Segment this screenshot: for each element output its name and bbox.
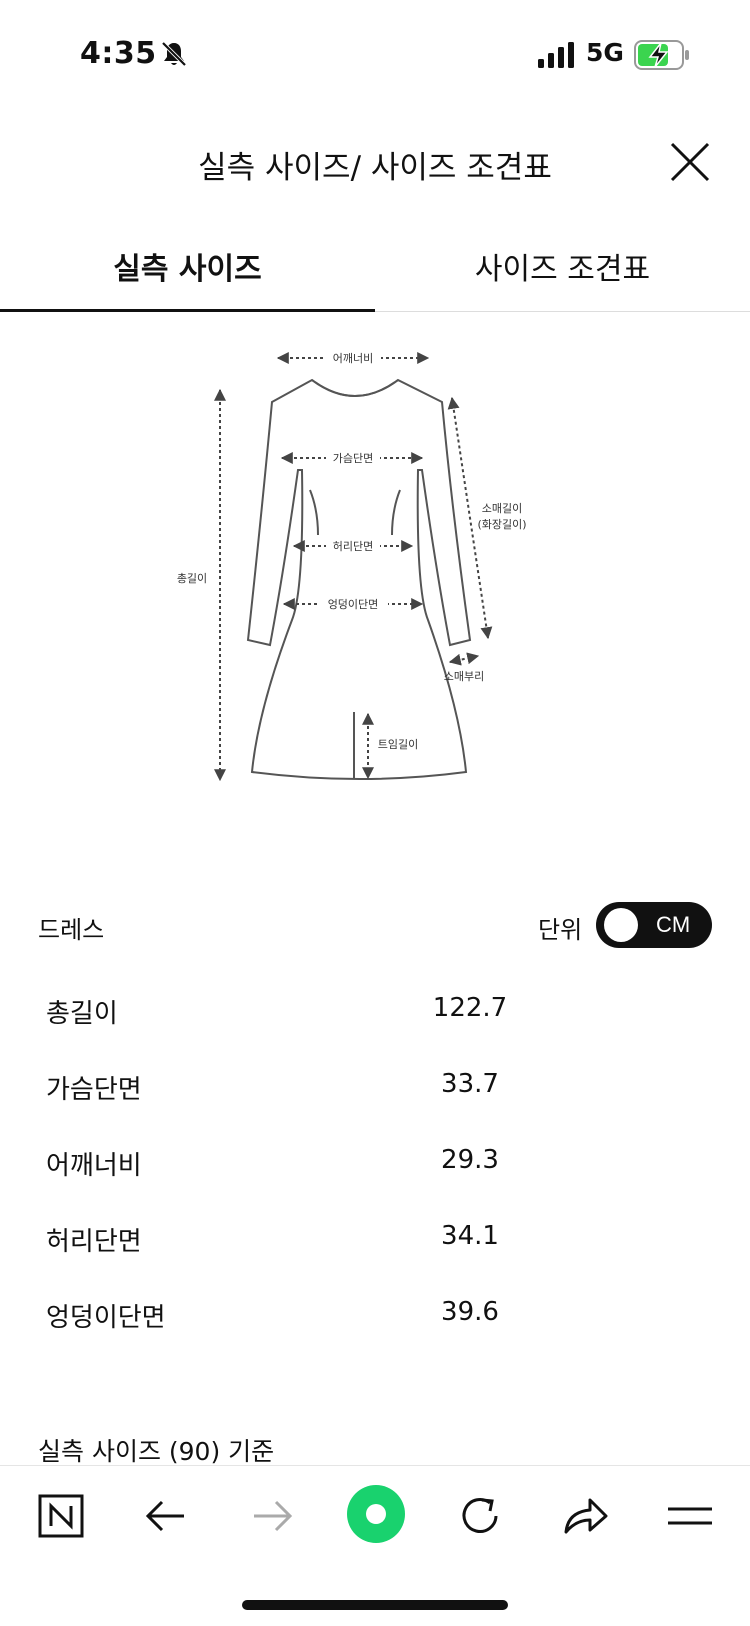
page-title: 실측 사이즈/ 사이즈 조견표 (198, 150, 552, 186)
browser-toolbar (0, 1465, 750, 1560)
toggle-knob (604, 908, 638, 942)
unit-toggle[interactable]: CM (596, 902, 712, 948)
label-sleeve: 소매길이 (482, 502, 522, 515)
label-waist: 허리단면 (333, 540, 373, 553)
status-bar: 4:35 5G (0, 0, 750, 110)
label-hip: 엉덩이단면 (328, 598, 379, 611)
unit-value: CM (656, 912, 691, 937)
signal-icon (538, 42, 574, 68)
status-time: 4:35 (80, 36, 157, 71)
section-header: 드레스 단위 CM (0, 900, 750, 950)
measure-value: 122.7 (432, 993, 508, 1023)
tab-measured-size[interactable]: 실측 사이즈 (0, 244, 375, 288)
measurement-table: 총길이 122.7 가슴단면 33.7 어깨너비 29.3 허리단면 34.1 … (0, 975, 750, 1355)
table-row: 허리단면 34.1 (0, 1203, 750, 1279)
green-dot-icon[interactable] (344, 1482, 408, 1546)
measure-name: 허리단면 (46, 1227, 142, 1257)
forward-arrow-icon[interactable] (244, 1488, 300, 1544)
measure-value: 29.3 (441, 1145, 499, 1175)
measure-name: 총길이 (46, 999, 118, 1029)
home-indicator[interactable] (242, 1600, 508, 1610)
measure-value: 34.1 (441, 1221, 499, 1251)
close-icon[interactable] (668, 140, 712, 184)
active-tab-indicator (0, 309, 375, 312)
bell-muted-icon (161, 41, 187, 67)
table-row: 가슴단면 33.7 (0, 1051, 750, 1127)
measure-name: 엉덩이단면 (46, 1303, 166, 1333)
label-cuff: 소매부리 (444, 670, 484, 683)
dress-outline (246, 378, 472, 780)
refresh-icon[interactable] (452, 1488, 508, 1544)
measure-name: 가슴단면 (46, 1075, 142, 1105)
table-row: 총길이 122.7 (0, 975, 750, 1051)
size-basis-note: 실측 사이즈 (90) 기준 (38, 1437, 275, 1466)
label-total-length: 총길이 (177, 572, 207, 585)
tab-bar: 실측 사이즈 사이즈 조견표 (0, 222, 750, 312)
label-shoulder: 어깨너비 (333, 352, 373, 365)
tab-size-chart[interactable]: 사이즈 조견표 (375, 244, 750, 288)
measure-value: 33.7 (441, 1069, 499, 1099)
network-type: 5G (586, 38, 624, 67)
label-chest: 가슴단면 (333, 452, 373, 465)
share-icon[interactable] (556, 1488, 612, 1544)
section-title: 드레스 (38, 916, 105, 944)
table-row: 어깨너비 29.3 (0, 1127, 750, 1203)
naver-icon[interactable] (34, 1488, 90, 1544)
back-arrow-icon[interactable] (138, 1488, 194, 1544)
label-slit: 트임길이 (378, 738, 418, 751)
table-row: 엉덩이단면 39.6 (0, 1279, 750, 1355)
battery-charging-icon (634, 40, 689, 70)
modal-header: 실측 사이즈/ 사이즈 조견표 (0, 128, 750, 208)
unit-label: 단위 (538, 916, 583, 944)
measure-value: 39.6 (441, 1297, 499, 1327)
measure-name: 어깨너비 (46, 1151, 142, 1181)
label-sleeve-sub: (화장길이) (477, 518, 526, 531)
dress-measurement-diagram: 어깨너비 가슴단면 허리단면 엉덩이단면 총길이 소매길이 (화장길이) 소매부… (177, 350, 527, 782)
menu-icon[interactable] (662, 1488, 718, 1544)
